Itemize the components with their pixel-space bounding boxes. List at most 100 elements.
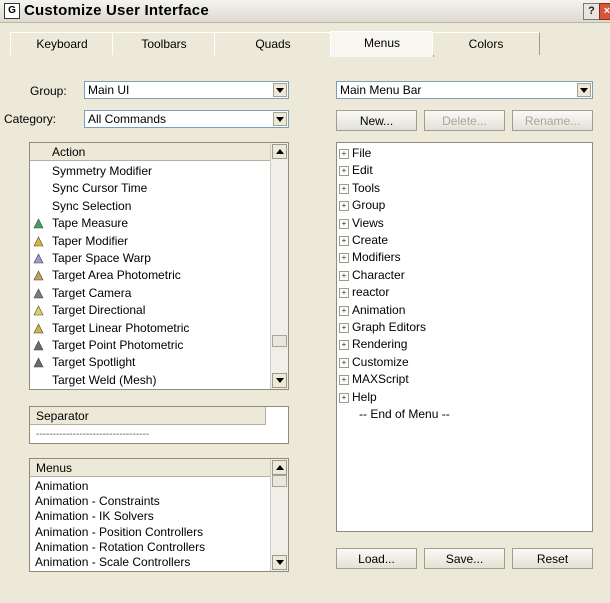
expand-icon[interactable]: + [339, 270, 349, 281]
action-scrollbar[interactable] [270, 143, 288, 389]
tab-quads[interactable]: Quads [214, 32, 332, 55]
action-list-item[interactable]: Taper Modifier [30, 233, 270, 250]
delete-button[interactable]: Delete... [424, 110, 505, 131]
action-list-item[interactable]: Tape Measure [30, 215, 270, 232]
expand-icon[interactable]: + [339, 236, 349, 246]
reset-button[interactable]: Reset [512, 548, 593, 569]
action-list-item[interactable]: Symmetry Modifier [30, 163, 270, 180]
tab-strip: Keyboard Toolbars Quads Menus Colors [10, 31, 600, 57]
menu-tree-item-label: File [352, 146, 372, 160]
action-list-item-label: Target Directional [52, 303, 146, 318]
action-list-item[interactable]: Target Spotlight [30, 354, 270, 371]
chevron-down-icon[interactable] [577, 83, 591, 97]
target-camera-icon [32, 287, 45, 300]
menus-column-header[interactable]: Menus [30, 459, 273, 477]
menu-tree[interactable]: + File + Edit + Tools + Group + Views + Create + Modi… [336, 142, 593, 532]
expand-icon[interactable]: + [339, 340, 349, 351]
scroll-thumb[interactable] [272, 475, 287, 487]
expand-icon[interactable]: + [339, 201, 349, 212]
action-list-item-label: Target Camera [52, 285, 132, 300]
action-list-item-label: Sync Selection [52, 198, 132, 213]
expand-icon[interactable]: + [339, 305, 349, 316]
help-button[interactable]: ? [583, 3, 600, 20]
tab-colors[interactable]: Colors [432, 32, 540, 55]
chevron-down-icon[interactable] [273, 83, 287, 97]
action-list-item[interactable]: Taper Space Warp [30, 250, 270, 267]
action-list-item-label: Target Area Photometric [52, 268, 181, 283]
group-dropdown[interactable]: Main UI [84, 81, 289, 99]
target-directional-icon [32, 304, 45, 317]
separator-item[interactable]: ---------------------------------- [36, 426, 149, 443]
menus-list-item[interactable]: Animation - Scale Controllers [35, 555, 190, 570]
action-list-item-label: Taper Space Warp [52, 251, 151, 265]
expand-icon[interactable]: + [339, 323, 349, 333]
expand-icon[interactable]: + [339, 166, 349, 177]
expand-icon[interactable]: + [339, 392, 349, 403]
action-list-item[interactable]: Sync Cursor Time [30, 180, 270, 197]
target-linear-photometric-icon [32, 322, 45, 335]
expand-icon[interactable]: + [339, 183, 349, 194]
taper-modifier-icon [32, 235, 45, 248]
menu-tree-item-label: Graph Editors [352, 320, 427, 334]
tab-keyboard[interactable]: Keyboard [10, 32, 114, 55]
menus-scrollbar[interactable] [270, 459, 288, 571]
menu-tree-item-label: Modifiers [352, 250, 401, 265]
menu-tree-item-label: Group [352, 198, 386, 213]
expand-icon[interactable]: + [339, 288, 349, 299]
action-column-header[interactable]: Action [30, 143, 273, 161]
menus-list-item[interactable]: Animation - Position Controllers [35, 525, 203, 540]
category-label: Category: [4, 112, 57, 126]
menus-list-item[interactable]: Animation - Rotation Controllers [35, 540, 205, 555]
menu-tree-item-label: Create [352, 233, 389, 247]
category-dropdown[interactable]: All Commands [84, 110, 289, 128]
title-bar: G Customize User Interface ? × [0, 0, 610, 23]
expand-icon[interactable]: + [339, 253, 349, 264]
expand-icon[interactable]: + [339, 149, 349, 159]
tab-toolbars[interactable]: Toolbars [112, 32, 216, 55]
action-list[interactable]: Action Symmetry Modifier Sync Cursor Time… [29, 142, 289, 390]
rename-button[interactable]: Rename... [512, 110, 593, 131]
action-list-item[interactable]: Target Weld (Mesh) [30, 372, 270, 389]
expand-icon[interactable]: + [339, 218, 349, 229]
menus-list-item[interactable]: Animation - IK Solvers [35, 509, 154, 524]
scroll-thumb[interactable] [272, 335, 287, 347]
expand-icon[interactable]: + [339, 375, 349, 386]
action-list-item[interactable]: Target Directional [30, 302, 270, 319]
group-value: Main UI [88, 83, 130, 97]
menu-tree-item-label: Help [352, 389, 377, 404]
save-button[interactable]: Save... [424, 548, 505, 569]
load-button[interactable]: Load... [336, 548, 417, 569]
action-list-item[interactable]: Target Area Photometric [30, 267, 270, 284]
action-list-item-label: Symmetry Modifier [52, 164, 153, 178]
taper-space-warp-icon [32, 252, 45, 265]
menu-tree-item-label: Customize [352, 354, 409, 369]
tape-measure-icon [32, 217, 45, 230]
menu-tree-end-item[interactable]: -- End of Menu -- [359, 406, 450, 423]
menus-list-item[interactable]: Animation - Constraints [35, 494, 160, 509]
action-list-item[interactable]: Target Linear Photometric [30, 320, 270, 337]
action-list-item[interactable]: Sync Selection [30, 198, 270, 215]
new-button[interactable]: New... [336, 110, 417, 131]
scroll-down-button[interactable] [272, 555, 287, 570]
action-list-item[interactable]: Target Camera [30, 285, 270, 302]
window-title: Customize User Interface [24, 2, 209, 19]
menu-tree-item-label: Views [352, 215, 384, 230]
tab-menus[interactable]: Menus [330, 31, 434, 57]
separator-column-header[interactable]: Separator [30, 407, 266, 425]
action-list-item-label: Target Weld (Mesh) [52, 372, 157, 387]
menu-tree-item-label: Tools [352, 180, 381, 195]
scroll-up-button[interactable] [272, 144, 287, 159]
action-list-item[interactable]: Target Point Photometric [30, 337, 270, 354]
close-button[interactable]: × [599, 3, 610, 20]
menus-list-item[interactable]: Animation [35, 479, 88, 494]
menus-list[interactable]: Menus Animation Animation - Constraints An… [29, 458, 289, 572]
menu-tree-item-label: Edit [352, 163, 373, 178]
scroll-down-button[interactable] [272, 373, 287, 388]
scroll-up-button[interactable] [272, 460, 287, 475]
menu-bar-dropdown[interactable]: Main Menu Bar [336, 81, 593, 99]
category-value: All Commands [88, 112, 167, 126]
chevron-down-icon[interactable] [273, 112, 287, 126]
separator-list[interactable]: Separator ------------------------------… [29, 406, 289, 444]
expand-icon[interactable]: + [339, 357, 349, 368]
action-list-item-label: Target Linear Photometric [52, 320, 190, 335]
